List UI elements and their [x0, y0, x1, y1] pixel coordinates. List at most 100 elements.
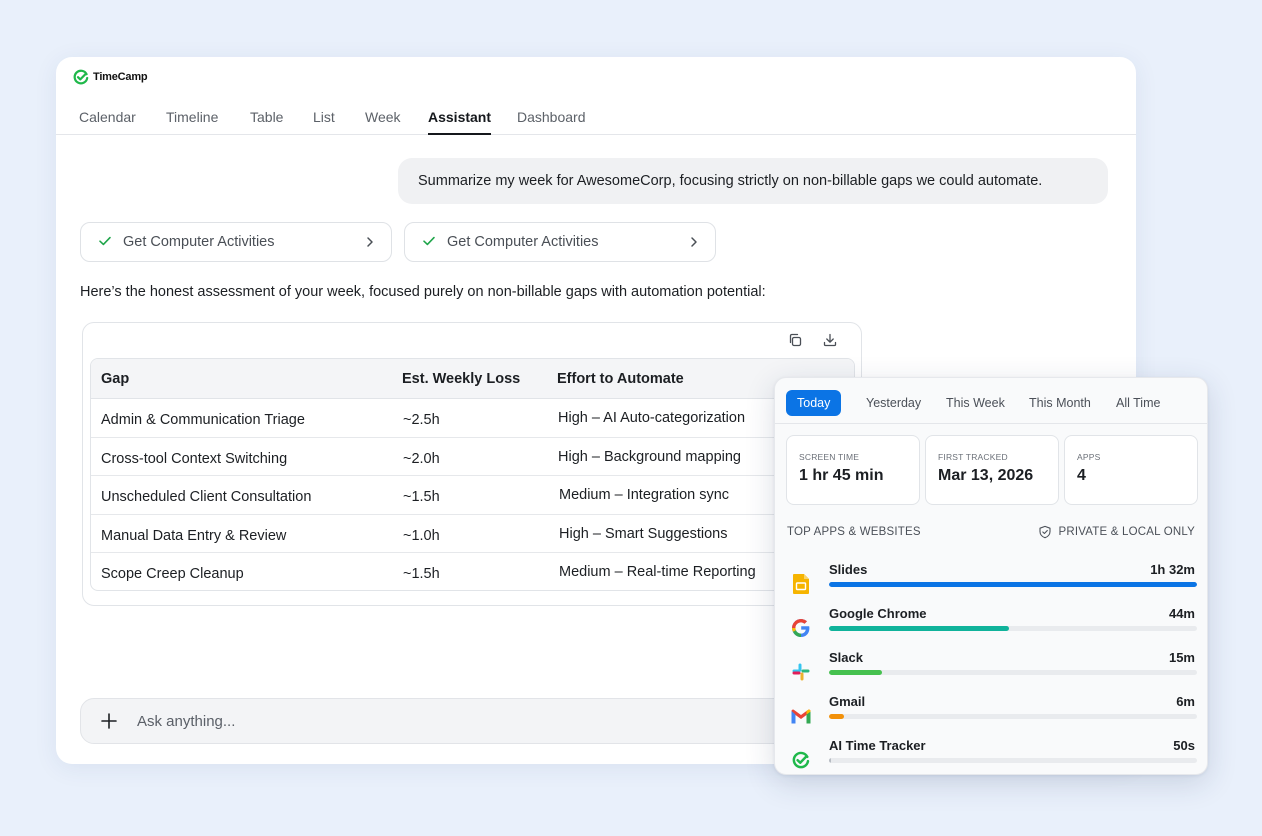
- tab-assistant[interactable]: Assistant: [428, 109, 492, 135]
- tab-table[interactable]: Table: [250, 109, 283, 135]
- timecamp-logo-icon: [73, 69, 89, 85]
- table-row: Scope Creep Cleanup ~1.5h Medium – Real-…: [91, 553, 854, 590]
- loss-cell: ~1.5h: [403, 566, 440, 582]
- app-row[interactable]: Google Chrome 44m: [775, 606, 1207, 650]
- app-name: Slack: [829, 650, 863, 665]
- tab-timeline[interactable]: Timeline: [166, 109, 218, 135]
- effort-cell: Medium – Integration sync: [559, 487, 730, 503]
- app-time: 44m: [1168, 606, 1195, 621]
- shield-check-icon: [1039, 525, 1052, 539]
- check-icon: [423, 236, 435, 246]
- app-name: Google Chrome: [829, 606, 927, 621]
- loss-cell: ~1.5h: [403, 489, 440, 505]
- range-tab-this-week[interactable]: This Week: [946, 396, 1005, 410]
- download-icon[interactable]: [822, 332, 838, 348]
- app-row[interactable]: Gmail 6m: [775, 694, 1207, 738]
- effort-cell: Medium – Real-time Reporting: [559, 564, 756, 580]
- tab-week[interactable]: Week: [365, 109, 401, 135]
- column-header-gap: Gap: [101, 371, 130, 387]
- usage-bar: [829, 626, 1197, 631]
- app-name: Gmail: [829, 694, 866, 709]
- check-icon: [99, 236, 111, 246]
- gap-cell: Unscheduled Client Consultation: [101, 489, 312, 505]
- tool-call-chip[interactable]: Get Computer Activities: [80, 222, 392, 262]
- range-tab-today[interactable]: Today: [786, 390, 842, 416]
- tool-call-label: Get Computer Activities: [447, 234, 599, 250]
- usage-bar-fill: [829, 714, 844, 719]
- copy-icon[interactable]: [787, 332, 803, 348]
- usage-bar-fill: [829, 670, 883, 675]
- gap-cell: Cross-tool Context Switching: [101, 450, 288, 467]
- app-name: AI Time Tracker: [829, 738, 926, 753]
- timecamp-icon: [787, 746, 815, 774]
- range-tab-this-month[interactable]: This Month: [1029, 396, 1091, 410]
- brand-name: TimeCamp: [93, 71, 148, 83]
- column-header-effort: Effort to Automate: [557, 371, 684, 387]
- table-row: Manual Data Entry & Review ~1.0h High – …: [91, 515, 854, 553]
- stat-value: Mar 13, 2026: [938, 467, 1034, 484]
- usage-bar-fill: [829, 626, 1010, 631]
- stat-card-first-tracked: FIRST TRACKED Mar 13, 2026: [925, 435, 1059, 505]
- stat-value: 1 hr 45 min: [799, 467, 884, 484]
- tool-call-label: Get Computer Activities: [123, 234, 275, 250]
- app-time: 1h 32m: [1150, 562, 1195, 577]
- tool-call-chip[interactable]: Get Computer Activities: [404, 222, 716, 262]
- chevron-right-icon: [691, 237, 697, 247]
- privacy-note-text: PRIVATE & LOCAL ONLY: [1058, 526, 1195, 538]
- tab-list[interactable]: List: [313, 109, 335, 135]
- stat-card-screen-time: SCREEN TIME 1 hr 45 min: [786, 435, 920, 505]
- user-message-bubble: Summarize my week for AwesomeCorp, focus…: [398, 158, 1108, 204]
- gap-cell: Manual Data Entry & Review: [101, 527, 287, 544]
- loss-cell: ~2.5h: [403, 412, 440, 428]
- usage-bar: [829, 758, 1197, 763]
- app-row[interactable]: Slack 15m: [775, 650, 1207, 694]
- range-tab-all-time[interactable]: All Time: [1116, 396, 1160, 410]
- top-apps-title: TOP APPS & WEBSITES: [787, 526, 921, 538]
- table-row: Unscheduled Client Consultation ~1.5h Me…: [91, 476, 854, 515]
- app-time: 50s: [1173, 738, 1195, 753]
- usage-bar: [829, 670, 1197, 675]
- stat-card-apps: APPS 4: [1064, 435, 1198, 505]
- stat-label: APPS: [1077, 452, 1101, 462]
- ask-input[interactable]: [137, 699, 737, 743]
- slack-icon: [787, 658, 815, 686]
- table-header: Gap Est. Weekly Loss Effort to Automate: [91, 359, 854, 399]
- assistant-intro-text: Here’s the honest assessment of your wee…: [80, 284, 766, 300]
- assistant-table-card: Gap Est. Weekly Loss Effort to Automate …: [82, 322, 862, 606]
- activity-panel: Today Yesterday This Week This Month All…: [774, 377, 1208, 775]
- gmail-icon: [787, 702, 815, 730]
- app-row[interactable]: Slides 1h 32m: [775, 562, 1207, 606]
- table-row: Cross-tool Context Switching ~2.0h High …: [91, 438, 854, 476]
- effort-cell: High – AI Auto-categorization: [558, 410, 746, 426]
- gaps-table: Gap Est. Weekly Loss Effort to Automate …: [90, 358, 855, 591]
- tab-dashboard[interactable]: Dashboard: [517, 109, 586, 135]
- view-tabs: Calendar Timeline Table List Week Assist…: [56, 109, 1136, 135]
- app-row[interactable]: AI Time Tracker 50s: [775, 738, 1207, 782]
- tab-calendar[interactable]: Calendar: [79, 109, 136, 135]
- column-header-weekly-loss: Est. Weekly Loss: [402, 371, 521, 387]
- google-chrome-icon: [787, 614, 815, 642]
- usage-bar: [829, 582, 1197, 587]
- plus-icon[interactable]: [99, 711, 119, 731]
- usage-bar-fill: [829, 582, 1197, 587]
- effort-cell: High – Smart Suggestions: [559, 525, 728, 542]
- stat-label: SCREEN TIME: [799, 452, 860, 462]
- stat-label: FIRST TRACKED: [938, 452, 1008, 462]
- google-slides-icon: [787, 570, 815, 598]
- effort-cell: High – Background mapping: [558, 448, 741, 465]
- table-row: Admin & Communication Triage ~2.5h High …: [91, 399, 854, 438]
- usage-bar: [829, 714, 1197, 719]
- range-tab-yesterday[interactable]: Yesterday: [866, 396, 921, 410]
- chevron-right-icon: [367, 237, 373, 247]
- app-time: 15m: [1168, 650, 1195, 665]
- brand-logo[interactable]: TimeCamp: [73, 69, 148, 85]
- gap-cell: Scope Creep Cleanup: [101, 566, 244, 582]
- stat-value: 4: [1077, 467, 1086, 484]
- app-time: 6m: [1176, 694, 1195, 709]
- loss-cell: ~1.0h: [403, 527, 440, 544]
- app-name: Slides: [829, 562, 868, 577]
- usage-bar-fill: [829, 758, 832, 763]
- privacy-note: PRIVATE & LOCAL ONLY: [1038, 525, 1195, 539]
- loss-cell: ~2.0h: [403, 450, 440, 467]
- range-tabs: Today Yesterday This Week This Month All…: [775, 378, 1207, 424]
